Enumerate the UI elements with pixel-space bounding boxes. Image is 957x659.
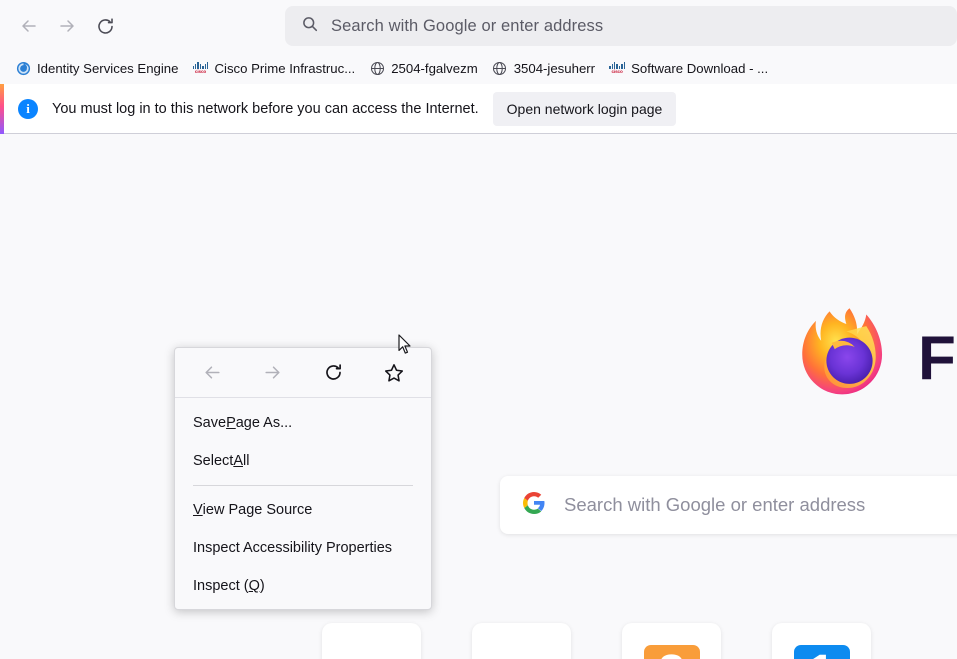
- cisco-logo-icon: cisco: [192, 60, 209, 76]
- menu-item-save-page-as[interactable]: Save Page As...: [175, 404, 431, 442]
- navigation-buttons: [0, 8, 124, 44]
- globe-icon: [492, 60, 508, 76]
- globe-icon: [369, 60, 385, 76]
- menu-label-pre: Save: [193, 415, 227, 431]
- search-icon: [301, 15, 319, 38]
- host-1-icon: 1: [793, 644, 850, 659]
- google-g-icon: [522, 491, 546, 520]
- menu-label-pre: Inspect Accessibility Properties: [193, 540, 393, 556]
- bookmark-label: Identity Services Engine: [37, 60, 179, 76]
- firefox-branding: Fi: [797, 303, 957, 413]
- menu-item-view-page-source[interactable]: View Page Source: [175, 491, 431, 529]
- menu-label-accesskey: A: [233, 453, 243, 469]
- shortcut-tile-172-16-15-18[interactable]: 1 172.16.15.18: [772, 623, 871, 659]
- bookmark-2504-fgalvezm[interactable]: 2504-fgalvezm: [362, 56, 485, 80]
- address-bar[interactable]: Search with Google or enter address: [285, 6, 957, 46]
- back-button[interactable]: [10, 8, 48, 44]
- context-menu-toolbar: [175, 348, 431, 398]
- menu-label-accesskey: Q: [248, 578, 260, 594]
- context-menu: Save Page As... Select All View Page Sou…: [174, 347, 432, 610]
- cisco-logo-icon: cisco: [609, 60, 625, 76]
- tile-thumbnail: [322, 623, 421, 659]
- bookmarks-bar: Identity Services Engine cisco Cisco Pri…: [0, 52, 957, 84]
- firefox-wordmark: Fi: [918, 323, 957, 393]
- tile-thumbnail: 1: [772, 623, 871, 659]
- menu-label-post: ): [259, 578, 265, 594]
- browser-toolbar: Search with Google or enter address: [0, 0, 957, 52]
- menu-label-post: age As...: [235, 415, 293, 431]
- bookmark-identity-services-engine[interactable]: Identity Services Engine: [8, 56, 185, 80]
- shortcut-tile-ebay[interactable]: eBay Sponsored: [472, 623, 571, 659]
- network-login-notification-bar: i You must log in to this network before…: [0, 84, 957, 134]
- open-network-login-page-button[interactable]: Open network login page: [492, 91, 677, 126]
- shortcut-tiles: Amazon Sponsored eBay Sponsored 8 8.8.8.…: [322, 623, 871, 659]
- reload-icon[interactable]: [314, 356, 352, 390]
- forward-button[interactable]: [48, 8, 86, 44]
- bookmark-label: 3504-jesuherr: [513, 60, 596, 76]
- menu-item-inspect[interactable]: Inspect (Q): [175, 567, 431, 605]
- menu-item-select-all[interactable]: Select All: [175, 442, 431, 480]
- bookmark-cisco-prime-infrastructure[interactable]: cisco Cisco Prime Infrastruc...: [185, 56, 362, 80]
- bookmark-star-icon[interactable]: [375, 356, 413, 390]
- forward-icon[interactable]: [254, 356, 292, 390]
- tile-thumbnail: [472, 623, 571, 659]
- reload-button[interactable]: [86, 8, 124, 44]
- menu-label-post: iew Page Source: [202, 502, 313, 518]
- back-icon[interactable]: [193, 356, 231, 390]
- new-tab-page: Fi Search with Google or enter address A…: [0, 135, 957, 659]
- notification-accent-stripe: [0, 84, 4, 134]
- firefox-logo-icon: [797, 303, 902, 413]
- shortcut-tile-amazon[interactable]: Amazon Sponsored: [322, 623, 421, 659]
- context-menu-items: Save Page As... Select All View Page Sou…: [175, 398, 431, 609]
- address-bar-placeholder: Search with Google or enter address: [331, 16, 604, 35]
- menu-separator: [193, 485, 413, 486]
- dns-8-icon: 8: [643, 644, 700, 659]
- browser-window: Search with Google or enter address Iden…: [0, 0, 957, 659]
- tile-thumbnail: 8: [622, 623, 721, 659]
- menu-label-pre: Inspect (: [193, 578, 249, 594]
- newtab-search-placeholder: Search with Google or enter address: [564, 494, 866, 515]
- menu-label-post: ll: [242, 453, 250, 469]
- bookmark-3504-jesuherr[interactable]: 3504-jesuherr: [485, 56, 602, 80]
- menu-item-inspect-accessibility-properties[interactable]: Inspect Accessibility Properties: [175, 529, 431, 567]
- bookmark-label: Cisco Prime Infrastruc...: [214, 60, 356, 76]
- shortcut-tile-8-8-8-8[interactable]: 8 8.8.8.8: [622, 623, 721, 659]
- mouse-pointer-icon: [398, 334, 412, 360]
- ise-swirl-icon: [15, 60, 31, 76]
- bookmark-software-download[interactable]: cisco Software Download - ...: [602, 56, 775, 80]
- info-icon: i: [18, 98, 38, 119]
- menu-label-accesskey: P: [226, 415, 236, 431]
- menu-label-pre: Select: [193, 453, 234, 469]
- newtab-search-box[interactable]: Search with Google or enter address: [500, 476, 957, 534]
- notification-message: You must log in to this network before y…: [52, 100, 479, 117]
- bookmark-label: Software Download - ...: [631, 60, 769, 76]
- bookmark-label: 2504-fgalvezm: [391, 60, 478, 76]
- menu-label-accesskey: V: [193, 502, 203, 518]
